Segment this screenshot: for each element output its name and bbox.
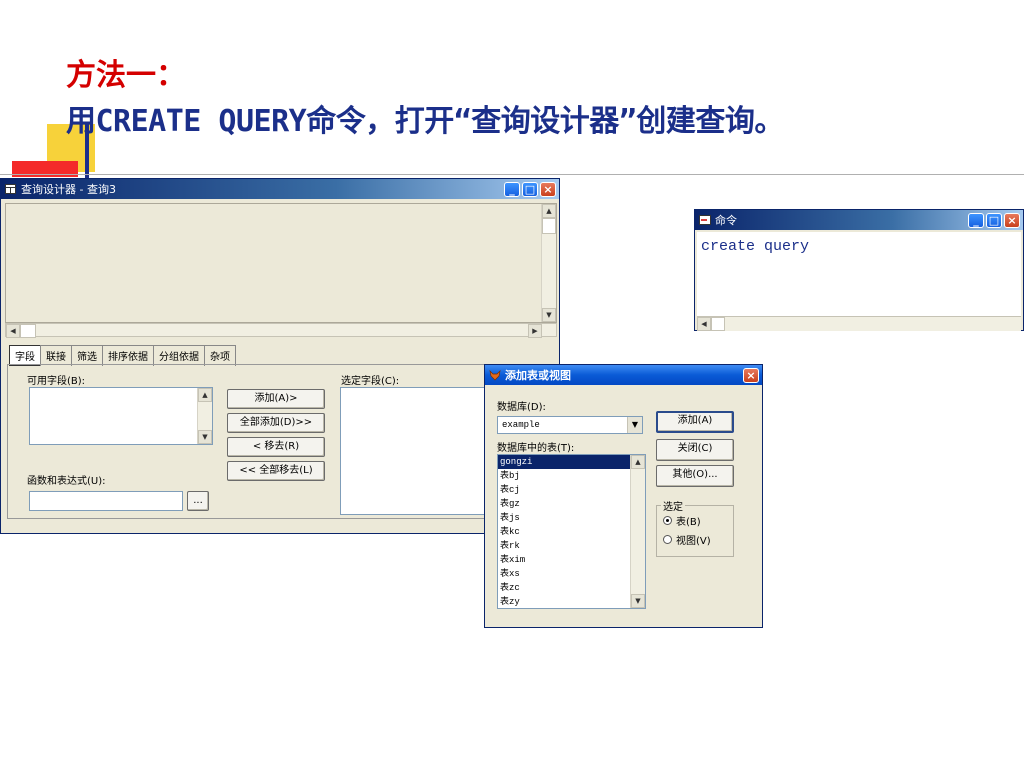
tab-group-by[interactable]: 分组依据 [153,345,205,366]
scroll-right-arrow[interactable]: ▶ [528,324,542,338]
database-select[interactable]: example ▼ [497,416,643,434]
close-button[interactable]: × [1004,212,1020,228]
tables-list[interactable]: gongzi 表bj 表cj 表gz 表js 表kc 表rk 表xim 表xs 表zc 表zy ▲ … [497,454,646,609]
slide-subheading: 用CREATE QUERY命令，打开“查询设计器”创建查询。 [66,104,784,139]
table-list-item[interactable]: 表gz [498,497,631,511]
hscroll-thumb[interactable] [711,317,725,331]
query-designer-title: 查询设计器 - 查询3 [21,183,116,196]
query-designer-titlebar[interactable]: 查询设计器 - 查询3 _ □ × [1,179,559,199]
scroll-down-arrow[interactable]: ▼ [198,430,212,444]
remove-all-button[interactable]: << 全部移去(L) [227,461,325,481]
table-area-vscrollbar[interactable]: ▲ ▼ [541,204,556,322]
tab-filter[interactable]: 筛选 [71,345,103,366]
add-table-button[interactable]: 添加(A) [656,411,734,433]
radio-table[interactable]: 表(B) [663,513,701,528]
database-label: 数据库(D): [497,402,546,413]
maximize-button[interactable]: □ [986,212,1002,228]
chevron-down-icon[interactable]: ▼ [627,417,642,433]
command-window: 命令 _ □ × create query ◀ [694,209,1024,331]
hscroll-thumb[interactable] [20,324,36,338]
table-list-item[interactable]: 表kc [498,525,631,539]
radio-view[interactable]: 视图(V) [663,532,711,547]
command-window-titlebar[interactable]: 命令 _ □ × [695,210,1023,230]
scroll-up-arrow[interactable]: ▲ [631,455,645,469]
radio-view-label: 视图(V) [676,536,711,547]
scroll-left-arrow[interactable]: ◀ [6,324,20,338]
foxpro-fox-icon [488,369,501,381]
query-designer-window: 查询设计器 - 查询3 _ □ × ▲ ▼ ◀ ▶ 字段 联接 筛选 排序依据 … [0,178,560,534]
selected-fields-label: 选定字段(C): [341,376,400,387]
designer-tabs: 字段 联接 筛选 排序依据 分组依据 杂项 [9,345,236,366]
scroll-thumb[interactable] [542,218,556,234]
table-list-item[interactable]: 表rk [498,539,631,553]
select-group-label: 选定 [661,498,685,513]
table-list-item[interactable]: gongzi [498,455,631,469]
command-hscrollbar[interactable]: ◀ [697,316,1021,331]
expression-builder-button[interactable]: ... [187,491,209,511]
table-list-item[interactable]: 表bj [498,469,631,483]
expression-input[interactable] [29,491,183,511]
radio-dot [663,535,672,544]
radio-dot [663,516,672,525]
header-divider [0,174,1024,175]
add-button[interactable]: 添加(A)> [227,389,325,409]
table-list-item[interactable]: 表zy [498,595,631,609]
table-area[interactable]: ▲ ▼ [5,203,557,323]
available-fields-list[interactable]: ▲ ▼ [29,387,213,445]
selected-fields-list[interactable] [340,387,500,515]
tab-misc[interactable]: 杂项 [204,345,236,366]
table-list-item[interactable]: 表js [498,511,631,525]
tab-order-by[interactable]: 排序依据 [102,345,154,366]
scroll-up-arrow[interactable]: ▲ [542,204,556,218]
minimize-button[interactable]: _ [968,212,984,228]
other-button[interactable]: 其他(O)... [656,465,734,487]
scroll-down-arrow[interactable]: ▼ [542,308,556,322]
close-button[interactable]: × [743,367,759,383]
tables-list-scrollbar[interactable]: ▲ ▼ [630,455,645,608]
slide-heading: 方法一： [66,58,186,93]
available-fields-scrollbar[interactable]: ▲ ▼ [197,388,212,444]
table-list-item[interactable]: 表xs [498,567,631,581]
tab-join[interactable]: 联接 [40,345,72,366]
command-window-icon [698,214,711,226]
table-list-item[interactable]: 表zc [498,581,631,595]
expression-label: 函数和表达式(U): [27,476,106,487]
add-all-button[interactable]: 全部添加(D)>> [227,413,325,433]
minimize-button[interactable]: _ [504,181,520,197]
table-list-item[interactable]: 表xim [498,553,631,567]
scroll-down-arrow[interactable]: ▼ [631,594,645,608]
tables-list-items: gongzi 表bj 表cj 表gz 表js 表kc 表rk 表xim 表xs 表zc 表zy [498,455,631,609]
table-list-item[interactable]: 表cj [498,483,631,497]
command-text[interactable]: create query [701,238,809,255]
radio-table-label: 表(B) [676,517,701,528]
table-area-hscrollbar[interactable]: ◀ ▶ [5,323,557,338]
remove-button[interactable]: < 移去(R) [227,437,325,457]
available-fields-label: 可用字段(B): [27,376,86,387]
close-button[interactable]: × [540,181,556,197]
tab-fields[interactable]: 字段 [9,345,41,366]
scroll-left-arrow[interactable]: ◀ [697,317,711,331]
scroll-up-arrow[interactable]: ▲ [198,388,212,402]
add-table-dialog-title: 添加表或视图 [505,369,571,382]
database-value: example [502,420,540,430]
add-table-dialog: 添加表或视图 × 数据库(D): example ▼ 数据库中的表(T): go… [484,364,763,628]
maximize-button[interactable]: □ [522,181,538,197]
command-window-title: 命令 [715,214,737,227]
close-dialog-button[interactable]: 关闭(C) [656,439,734,461]
add-table-dialog-titlebar[interactable]: 添加表或视图 × [485,365,762,385]
table-grid-icon [4,183,17,195]
tables-label: 数据库中的表(T): [497,443,575,454]
